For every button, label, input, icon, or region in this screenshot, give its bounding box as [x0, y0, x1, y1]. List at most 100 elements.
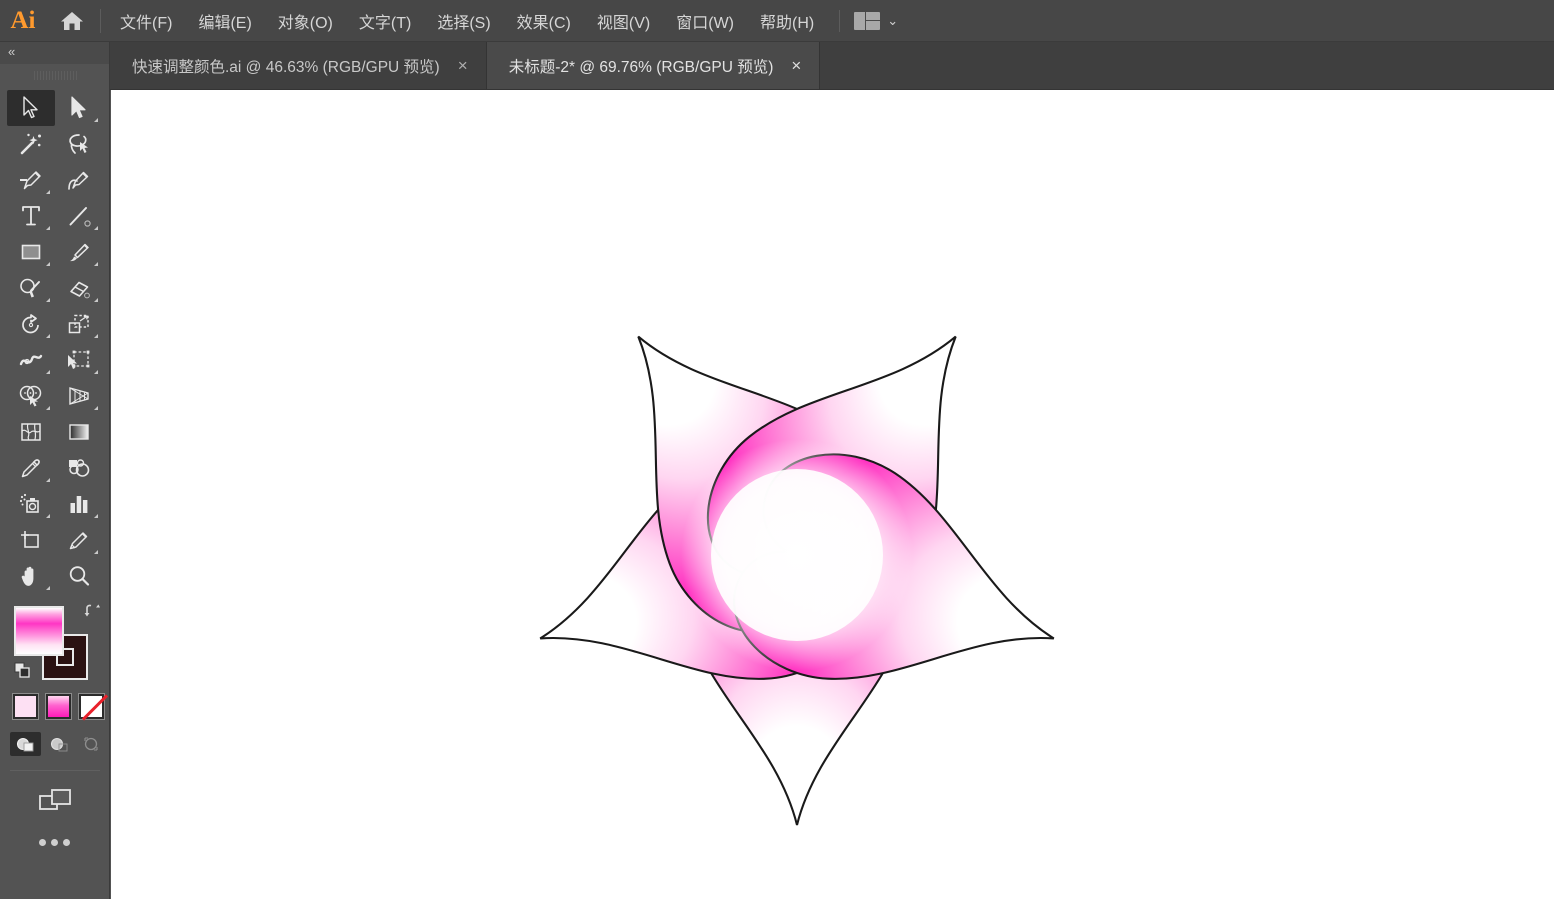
document-tab-bar: 快速调整颜色.ai @ 46.63% (RGB/GPU 预览) × 未标题-2*…	[110, 42, 1554, 90]
none-swatch-button[interactable]	[78, 693, 105, 720]
slice-tool[interactable]	[55, 522, 103, 558]
close-icon[interactable]: ×	[789, 57, 803, 74]
draw-inside-mode-button[interactable]	[76, 732, 107, 756]
tool-flyout-indicator	[46, 226, 50, 230]
tool-flyout-indicator	[94, 262, 98, 266]
document-tab-1-title: 快速调整颜色.ai @ 46.63% (RGB/GPU 预览)	[132, 58, 440, 76]
direct-selection-tool[interactable]	[55, 90, 103, 126]
fill-color-swatch[interactable]	[14, 606, 64, 656]
chevron-down-icon: ⌄	[887, 13, 899, 28]
scale-tool[interactable]	[55, 306, 103, 342]
selection-tool[interactable]	[7, 90, 55, 126]
tool-flyout-indicator	[94, 298, 98, 302]
swap-fill-stroke-icon[interactable]	[82, 602, 102, 622]
app-logo: Ai	[0, 0, 46, 42]
menu-file[interactable]: 文件(F)	[107, 0, 185, 42]
home-icon	[59, 9, 85, 33]
workspace-switcher-icon	[854, 11, 881, 30]
gradient-tool[interactable]	[55, 414, 103, 450]
tool-panel-drag-handle[interactable]	[0, 64, 110, 86]
draw-normal-mode-button[interactable]	[10, 732, 41, 756]
screen-mode-button[interactable]	[0, 785, 109, 819]
tool-flyout-indicator	[94, 118, 98, 122]
menu-file-label: 文件(F)	[120, 14, 173, 32]
home-button[interactable]	[46, 0, 98, 42]
tool-flyout-indicator	[46, 406, 50, 410]
document-tab-2-title: 未标题-2* @ 69.76% (RGB/GPU 预览)	[508, 58, 774, 76]
menu-type[interactable]: 文字(T)	[346, 0, 424, 42]
perspective-grid-tool[interactable]	[55, 378, 103, 414]
type-tool[interactable]	[7, 198, 55, 234]
menu-object[interactable]: 对象(O)	[265, 0, 346, 42]
zoom-tool[interactable]	[55, 558, 103, 594]
ellipsis-icon	[63, 839, 70, 846]
blend-tool[interactable]	[55, 450, 103, 486]
column-graph-tool[interactable]	[55, 486, 103, 522]
flower-core-fade	[681, 439, 913, 671]
color-swatch-button[interactable]	[12, 693, 39, 720]
ellipsis-icon	[51, 839, 58, 846]
screen-mode-icon	[33, 785, 77, 820]
draw-behind-mode-button[interactable]	[43, 732, 74, 756]
tool-flyout-indicator	[46, 334, 50, 338]
shape-builder-tool[interactable]	[7, 378, 55, 414]
tool-flyout-indicator	[94, 550, 98, 554]
app-logo-text: Ai	[10, 6, 36, 34]
menu-help-label: 帮助(H)	[760, 14, 815, 32]
menu-edit[interactable]: 编辑(E)	[185, 0, 264, 42]
menu-window[interactable]: 窗口(W)	[663, 0, 747, 42]
illustrator-window: Ai 文件(F) 编辑(E) 对象(O) 文字(T) 选择(S) 效果(C) 视…	[0, 0, 1554, 899]
gradient-swatch-button[interactable]	[45, 693, 72, 720]
tool-flyout-indicator	[46, 478, 50, 482]
artboard-tool[interactable]	[7, 522, 55, 558]
width-tool[interactable]	[7, 342, 55, 378]
menu-select[interactable]: 选择(S)	[424, 0, 503, 42]
lasso-tool[interactable]	[55, 126, 103, 162]
curvature-tool[interactable]	[55, 162, 103, 198]
mesh-tool[interactable]	[7, 414, 55, 450]
menu-effect[interactable]: 效果(C)	[504, 0, 584, 42]
close-icon[interactable]: ×	[456, 57, 470, 74]
tool-panel-divider	[10, 770, 100, 771]
collapse-panel-icon[interactable]: «	[8, 44, 15, 59]
ellipsis-icon	[39, 839, 46, 846]
tool-flyout-indicator	[46, 262, 50, 266]
menu-divider	[100, 8, 101, 33]
symbol-sprayer-tool[interactable]	[7, 486, 55, 522]
edit-toolbar-button[interactable]	[0, 839, 109, 846]
paintbrush-tool[interactable]	[55, 234, 103, 270]
menu-view-label: 视图(V)	[596, 14, 651, 32]
tool-flyout-indicator	[46, 298, 50, 302]
workspace-switcher[interactable]: ⌄	[854, 0, 898, 42]
free-transform-tool[interactable]	[55, 342, 103, 378]
eyedropper-tool[interactable]	[7, 450, 55, 486]
tool-flyout-indicator	[46, 190, 50, 194]
tool-flyout-indicator	[94, 406, 98, 410]
rectangle-tool[interactable]	[7, 234, 55, 270]
tool-flyout-indicator	[94, 514, 98, 518]
menu-select-label: 选择(S)	[437, 14, 491, 32]
line-segment-tool[interactable]	[55, 198, 103, 234]
menu-window-label: 窗口(W)	[676, 14, 734, 32]
document-tab-1[interactable]: 快速调整颜色.ai @ 46.63% (RGB/GPU 预览) ×	[110, 42, 487, 89]
hand-tool[interactable]	[7, 558, 55, 594]
shaper-tool[interactable]	[7, 270, 55, 306]
pen-tool[interactable]	[7, 162, 55, 198]
eraser-tool[interactable]	[55, 270, 103, 306]
menu-help[interactable]: 帮助(H)	[747, 0, 827, 42]
tool-flyout-indicator	[46, 370, 50, 374]
sakura-flower-artwork[interactable]	[477, 225, 1117, 865]
document-tab-2[interactable]: 未标题-2* @ 69.76% (RGB/GPU 预览) ×	[486, 42, 821, 89]
rotate-tool[interactable]	[7, 306, 55, 342]
tool-flyout-indicator	[94, 334, 98, 338]
quick-swatch-row	[12, 693, 109, 720]
tool-panel: «	[0, 42, 110, 899]
menu-effect-label: 效果(C)	[516, 14, 571, 32]
workspace-divider	[839, 9, 841, 32]
menu-bar: Ai 文件(F) 编辑(E) 对象(O) 文字(T) 选择(S) 效果(C) 视…	[0, 0, 1554, 42]
default-fill-stroke-icon[interactable]	[14, 662, 32, 680]
magic-wand-tool[interactable]	[7, 126, 55, 162]
canvas-area[interactable]	[111, 90, 1554, 899]
menu-view[interactable]: 视图(V)	[584, 0, 663, 42]
tool-flyout-indicator	[94, 370, 98, 374]
